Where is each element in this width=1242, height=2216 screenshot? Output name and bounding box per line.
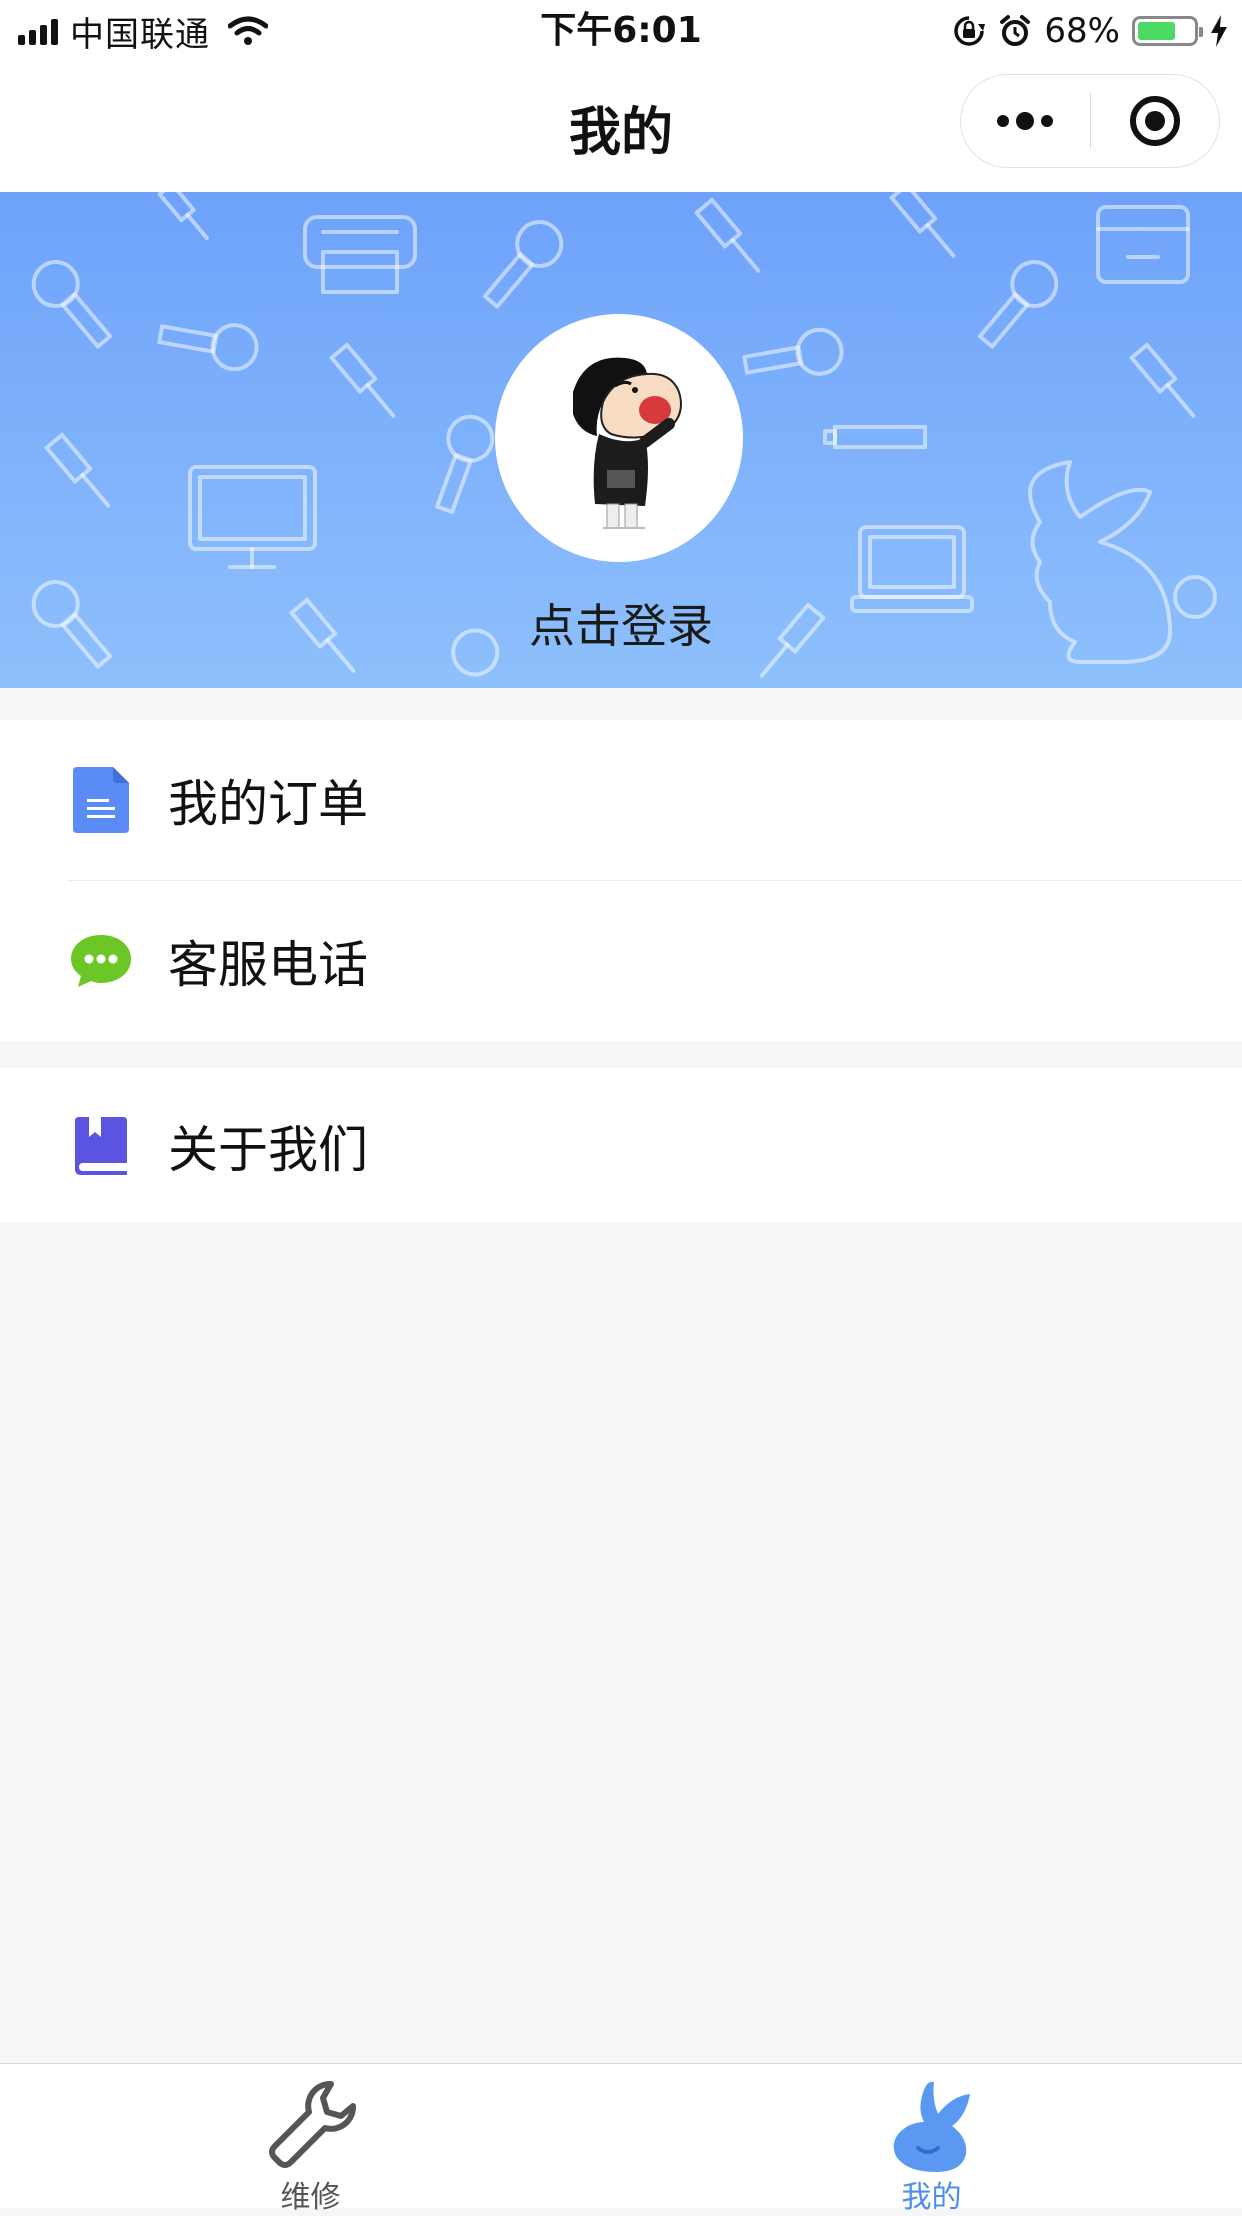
avatar[interactable] (495, 314, 743, 562)
menu-group-secondary: 关于我们 (0, 1068, 1242, 1223)
menu-item-my-orders[interactable]: 我的订单 (0, 720, 1242, 880)
nav-bar: 我的 (0, 62, 1242, 192)
tab-label: 我的 (901, 2180, 962, 2215)
tab-bar: 维修 我的 (0, 2063, 1242, 2215)
status-bar: 中国联通 下午6:01 68% (0, 0, 1242, 62)
tab-mine[interactable]: 我的 (621, 2064, 1242, 2215)
profile-banner: 点击登录 (0, 192, 1242, 688)
battery-icon (1132, 16, 1203, 46)
charging-icon (1211, 15, 1227, 47)
target-icon (1129, 96, 1180, 146)
wrench-icon (268, 2081, 356, 2168)
more-dots-icon (997, 112, 1054, 130)
alarm-icon (1000, 15, 1031, 46)
menu-item-about-us[interactable]: 关于我们 (0, 1068, 1242, 1223)
menu-item-label: 客服电话 (168, 936, 368, 994)
menu-group-primary: 我的订单 客服电话 (0, 720, 1242, 1041)
menu-item-label: 我的订单 (168, 775, 368, 833)
close-mini-program-button[interactable] (1091, 75, 1220, 167)
menu-item-label: 关于我们 (168, 1120, 368, 1179)
menu-item-customer-service[interactable]: 客服电话 (0, 881, 1242, 1041)
document-icon (66, 765, 136, 835)
tab-repair[interactable]: 维修 (0, 2064, 621, 2215)
tab-label: 维修 (280, 2180, 341, 2215)
book-icon (66, 1111, 136, 1181)
rabbit-icon (893, 2081, 970, 2172)
cartoon-avatar (573, 357, 682, 529)
more-button[interactable] (961, 75, 1090, 167)
battery-percent: 68% (1044, 11, 1120, 51)
rotation-lock-icon (954, 16, 986, 46)
login-link[interactable]: 点击登录 (0, 590, 1242, 656)
chat-bubble-icon (66, 926, 136, 996)
mini-program-capsule (960, 74, 1220, 168)
